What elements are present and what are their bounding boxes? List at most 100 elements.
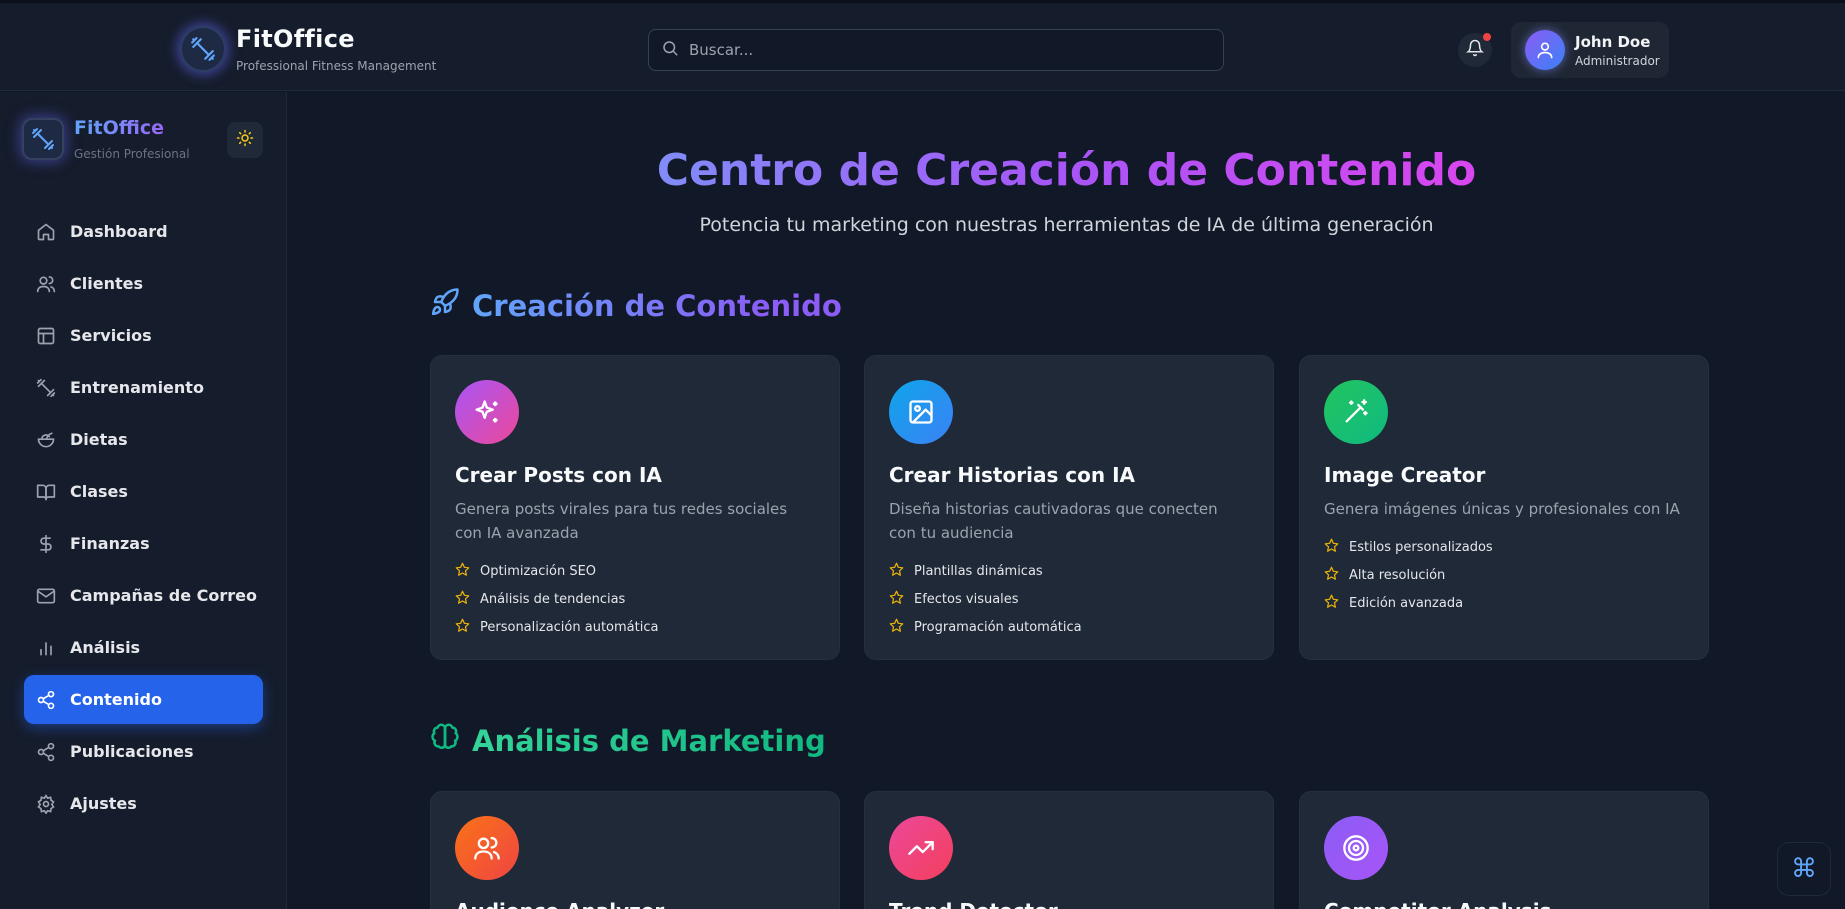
- dumbbell-logo-icon: [22, 118, 64, 160]
- salad-icon: [36, 430, 56, 450]
- user-menu[interactable]: John Doe Administrador: [1511, 22, 1669, 78]
- star-icon: [455, 562, 470, 581]
- card-trend-detector[interactable]: Trend Detector: [864, 791, 1274, 909]
- sidebar-item-finanzas[interactable]: Finanzas: [24, 519, 263, 568]
- star-icon: [889, 590, 904, 609]
- card-image-creator[interactable]: Image Creator Genera imágenes únicas y p…: [1299, 355, 1709, 660]
- trending-up-icon: [889, 816, 953, 880]
- list-item: Programación automática: [889, 613, 1249, 641]
- list-item: Alta resolución: [1324, 561, 1684, 589]
- image-icon: [889, 380, 953, 444]
- feature-label: Estilos personalizados: [1349, 539, 1493, 555]
- card-competitor-analysis[interactable]: Competitor Analysis: [1299, 791, 1709, 909]
- dumbbell-icon: [36, 378, 56, 398]
- feature-label: Alta resolución: [1349, 567, 1446, 583]
- sidebar-item-servicios[interactable]: Servicios: [24, 311, 263, 360]
- card-description: Genera imágenes únicas y profesionales c…: [1324, 500, 1680, 518]
- star-icon: [889, 618, 904, 637]
- theme-toggle-button[interactable]: [227, 122, 263, 158]
- sidebar-item-label: Contenido: [70, 690, 162, 709]
- card-crear-historias[interactable]: Crear Historias con IA Diseña historias …: [864, 355, 1274, 660]
- feature-list: Estilos personalizados Alta resolución E…: [1324, 533, 1684, 617]
- feature-list: Plantillas dinámicas Efectos visuales Pr…: [889, 557, 1249, 641]
- star-icon: [889, 562, 904, 581]
- user-name: John Doe: [1575, 32, 1651, 51]
- notifications-button[interactable]: [1458, 33, 1492, 67]
- sidebar-item-label: Dashboard: [70, 222, 168, 241]
- feature-label: Optimización SEO: [480, 563, 597, 579]
- avatar: [1525, 30, 1565, 70]
- layout-icon: [36, 326, 56, 346]
- sidebar-brand-name: FitOffice: [74, 117, 190, 139]
- sidebar-item-label: Ajustes: [70, 794, 137, 813]
- sidebar-item-label: Clases: [70, 482, 128, 501]
- section-heading-content-creation: Creación de Contenido: [430, 287, 842, 324]
- sidebar-item-analisis[interactable]: Análisis: [24, 623, 263, 672]
- list-item: Personalización automática: [455, 613, 815, 641]
- sidebar: FitOffice Gestión Profesional Dashboard …: [0, 92, 287, 909]
- list-item: Plantillas dinámicas: [889, 557, 1249, 585]
- sidebar-item-clases[interactable]: Clases: [24, 467, 263, 516]
- sidebar-item-dietas[interactable]: Dietas: [24, 415, 263, 464]
- sidebar-item-ajustes[interactable]: Ajustes: [24, 779, 263, 828]
- mail-icon: [36, 586, 56, 606]
- sidebar-brand-tagline: Gestión Profesional: [74, 147, 190, 161]
- sparkles-icon: [455, 380, 519, 444]
- section-title: Análisis de Marketing: [472, 723, 826, 758]
- card-title: Crear Historias con IA: [889, 463, 1136, 487]
- feature-label: Programación automática: [914, 619, 1082, 635]
- settings-icon: [36, 793, 56, 814]
- feature-label: Edición avanzada: [1349, 595, 1464, 611]
- sidebar-item-publicaciones[interactable]: Publicaciones: [24, 727, 263, 776]
- card-title: Trend Detector: [889, 899, 1249, 909]
- sidebar-item-label: Análisis: [70, 638, 141, 657]
- header-brand[interactable]: FitOffice Professional Fitness Managemen…: [180, 24, 436, 74]
- header-brand-name: FitOffice: [236, 25, 355, 53]
- sidebar-item-clientes[interactable]: Clientes: [24, 259, 263, 308]
- sidebar-item-label: Finanzas: [70, 534, 150, 553]
- bar-chart-icon: [36, 638, 56, 658]
- dollar-icon: [36, 534, 56, 554]
- card-description: Genera posts virales para tus redes soci…: [455, 500, 788, 542]
- star-icon: [455, 590, 470, 609]
- search-box: [648, 29, 1224, 71]
- home-icon: [36, 222, 56, 242]
- sidebar-brand[interactable]: FitOffice Gestión Profesional: [22, 117, 190, 161]
- book-icon: [36, 482, 56, 502]
- list-item: Efectos visuales: [889, 585, 1249, 613]
- star-icon: [455, 618, 470, 637]
- share-icon: [36, 742, 56, 762]
- header-brand-tagline: Professional Fitness Management: [236, 59, 437, 73]
- sidebar-item-dashboard[interactable]: Dashboard: [24, 207, 263, 256]
- rocket-icon: [430, 287, 460, 324]
- sidebar-item-label: Campañas de Correo: [70, 586, 257, 605]
- sidebar-item-contenido[interactable]: Contenido: [24, 675, 263, 724]
- sun-icon: [236, 129, 254, 151]
- list-item: Análisis de tendencias: [455, 585, 815, 613]
- sidebar-item-label: Dietas: [70, 430, 128, 449]
- feature-label: Efectos visuales: [914, 591, 1019, 607]
- share-icon: [36, 690, 56, 710]
- star-icon: [1324, 566, 1339, 585]
- users-icon: [36, 274, 56, 294]
- sidebar-item-label: Clientes: [70, 274, 143, 293]
- search-icon: [661, 39, 679, 61]
- list-item: Estilos personalizados: [1324, 533, 1684, 561]
- sidebar-item-campanas[interactable]: Campañas de Correo: [24, 571, 263, 620]
- star-icon: [1324, 594, 1339, 613]
- feature-label: Análisis de tendencias: [480, 591, 626, 607]
- feature-list: Optimización SEO Análisis de tendencias …: [455, 557, 815, 641]
- card-description: Diseña historias cautivadoras que conect…: [889, 500, 1218, 542]
- notification-badge: [1483, 33, 1491, 41]
- brain-icon: [430, 722, 460, 759]
- card-crear-posts[interactable]: Crear Posts con IA Genera posts virales …: [430, 355, 840, 660]
- feature-label: Personalización automática: [480, 619, 659, 635]
- card-audience-analyzer[interactable]: Audience Analyzer: [430, 791, 840, 909]
- command-palette-button[interactable]: ⌘: [1777, 842, 1831, 896]
- target-icon: [1324, 816, 1388, 880]
- section-heading-marketing-analysis: Análisis de Marketing: [430, 722, 826, 759]
- card-title: Competitor Analysis: [1324, 899, 1684, 909]
- search-input[interactable]: [689, 41, 1189, 59]
- sidebar-item-entrenamiento[interactable]: Entrenamiento: [24, 363, 263, 412]
- page-title: Centro de Creación de Contenido: [656, 145, 1477, 196]
